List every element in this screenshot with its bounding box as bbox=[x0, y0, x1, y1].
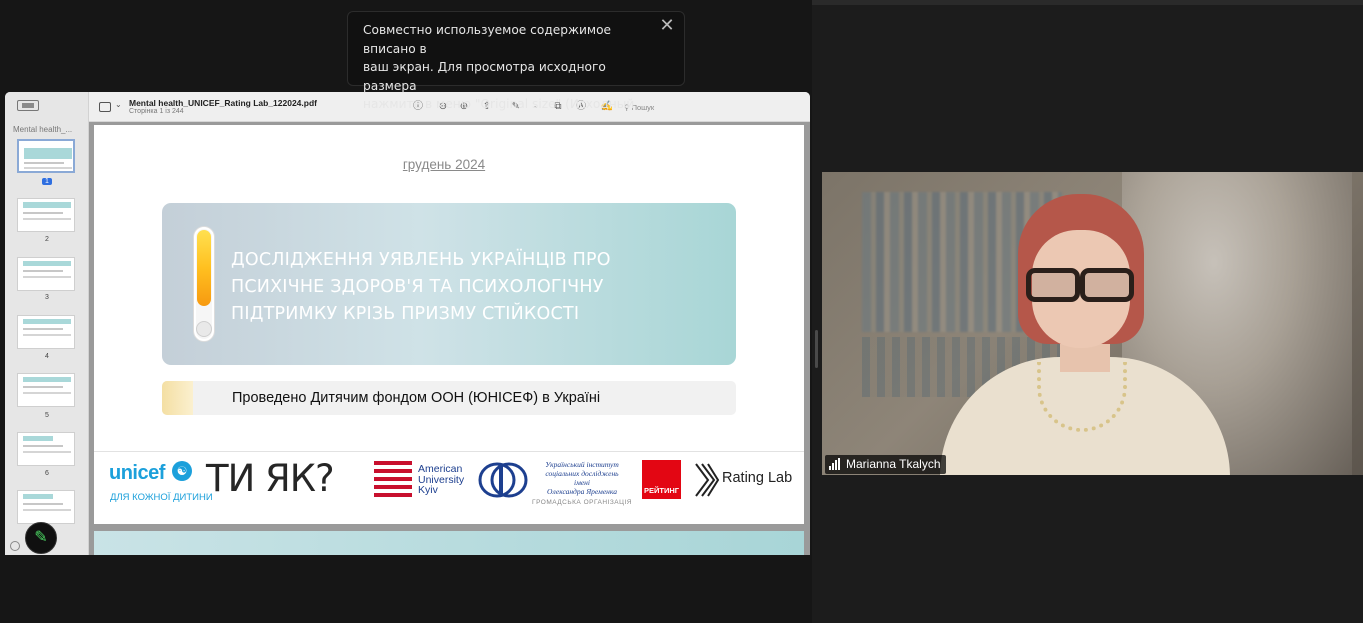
page-indicator: Сторінка 1 із 244 bbox=[129, 108, 184, 115]
rating-lab-logo: Rating Lab bbox=[722, 470, 793, 486]
auk-logo-mark-icon bbox=[374, 461, 412, 499]
connection-signal-icon bbox=[829, 457, 841, 476]
uisr-logo: Український інститут соціальних дослідже… bbox=[532, 460, 632, 506]
thermometer-icon bbox=[194, 227, 214, 341]
pdf-viewer-window: Mental health_... 1 2 3 4 5 6 ⌄ Mental h… bbox=[5, 92, 810, 555]
pdf-page-2 bbox=[94, 531, 804, 555]
tyak-logo: ТИ ЯК? bbox=[206, 457, 335, 500]
unicef-logo: unicef bbox=[109, 462, 165, 484]
report-title: ДОСЛІДЖЕННЯ УЯВЛЕНЬ УКРАЇНЦІВ ПРО ПСИХІЧ… bbox=[231, 250, 611, 324]
glasses-shape bbox=[1018, 268, 1140, 304]
unicef-globe-icon: ☯ bbox=[172, 461, 192, 481]
thumbnail-number-2: 2 bbox=[45, 236, 49, 243]
participant-video-tile[interactable] bbox=[822, 172, 1363, 475]
pencil-icon: ✎ bbox=[34, 529, 48, 546]
add-page-icon[interactable] bbox=[10, 541, 20, 551]
conducted-by-text: Проведено Дитячим фондом ООН (ЮНІСЕФ) в … bbox=[232, 390, 601, 406]
title-banner: ДОСЛІДЖЕННЯ УЯВЛЕНЬ УКРАЇНЦІВ ПРО ПСИХІЧ… bbox=[162, 203, 736, 365]
pdf-pages-area[interactable]: грудень 2024 ДОСЛІДЖЕННЯ УЯВЛЕНЬ УКРАЇНЦ… bbox=[89, 122, 810, 555]
view-mode-chevron-icon[interactable]: ⌄ bbox=[115, 100, 122, 109]
page-thumbnail-5[interactable] bbox=[17, 373, 75, 407]
thumbnail-number-3: 3 bbox=[45, 294, 49, 301]
close-icon[interactable]: ✕ bbox=[659, 17, 675, 35]
page-thumbnail-4[interactable] bbox=[17, 315, 75, 349]
page-thumbnail-6[interactable] bbox=[17, 432, 75, 466]
fit-to-screen-notification: Совместно используемое содержимое вписан… bbox=[347, 11, 685, 111]
page-thumbnail-1[interactable] bbox=[17, 139, 75, 173]
circles-logo-icon bbox=[478, 462, 528, 498]
notification-line-1: Совместно используемое содержимое вписан… bbox=[363, 23, 612, 56]
thumbnail-number-4: 4 bbox=[45, 353, 49, 360]
page-thumbnail-7[interactable] bbox=[17, 490, 75, 524]
thumbnail-number-1: 1 bbox=[5, 178, 89, 185]
notification-line-3: нажмите в меню "Original size" (Исходный bbox=[363, 97, 635, 111]
notification-line-2: ваш экран. Для просмотра исходного разме… bbox=[363, 60, 606, 93]
sidebar-doc-label: Mental health_... bbox=[13, 125, 73, 134]
unicef-tagline: ДЛЯ КОЖНОЇ ДИТИНИ bbox=[110, 492, 213, 503]
reyting-logo: РЕЙТИНГ bbox=[642, 460, 681, 499]
thumbnail-number-5: 5 bbox=[45, 412, 49, 419]
document-title: Mental health_UNICEF_Rating Lab_122024.p… bbox=[129, 98, 317, 108]
meeting-window: Mental health_... 1 2 3 4 5 6 ⌄ Mental h… bbox=[0, 0, 1363, 623]
page-thumbnail-3[interactable] bbox=[17, 257, 75, 291]
participant-name-tag: Marianna Tkalych bbox=[825, 455, 946, 474]
thumbnail-sidebar: Mental health_... 1 2 3 4 5 6 bbox=[5, 92, 89, 555]
report-date: грудень 2024 bbox=[402, 157, 486, 172]
view-mode-icon[interactable] bbox=[99, 102, 111, 112]
pdf-page-1: грудень 2024 ДОСЛІДЖЕННЯ УЯВЛЕНЬ УКРАЇНЦ… bbox=[94, 125, 804, 524]
thumbnail-number-6: 6 bbox=[45, 470, 49, 477]
split-view-handle[interactable] bbox=[815, 330, 818, 368]
sidebar-toggle-icon[interactable] bbox=[17, 100, 39, 111]
auk-logo-text: American University Kyiv bbox=[418, 463, 465, 496]
annotate-pen-button[interactable]: ✎ bbox=[25, 522, 57, 554]
conducted-by-bar: Проведено Дитячим фондом ООН (ЮНІСЕФ) в … bbox=[162, 381, 736, 415]
partner-logos: unicef ☯ ДЛЯ КОЖНОЇ ДИТИНИ ТИ ЯК? Americ… bbox=[94, 451, 804, 524]
page-thumbnail-2[interactable] bbox=[17, 198, 75, 232]
rating-lab-mark-icon bbox=[695, 463, 720, 497]
participant-name: Marianna Tkalych bbox=[846, 457, 941, 471]
